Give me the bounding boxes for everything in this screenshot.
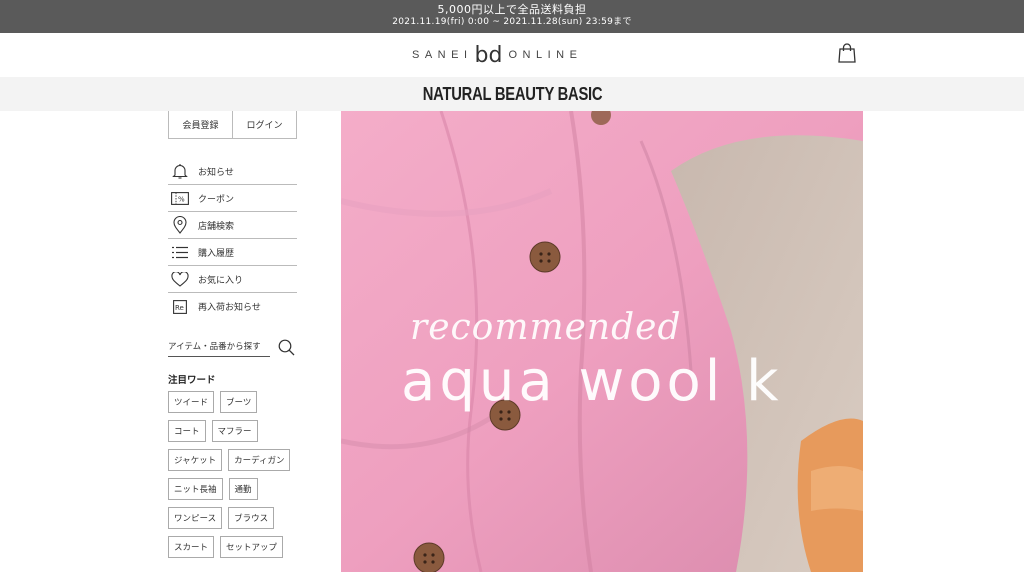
sidebar-item-label: 購入履歴 <box>198 248 235 259</box>
svg-text:%: % <box>178 195 185 203</box>
login-button[interactable]: ログイン <box>232 111 296 138</box>
hot-word-tag[interactable]: ブーツ <box>220 391 258 413</box>
sidebar-item-store-search[interactable]: 店舗検索 <box>168 212 297 239</box>
hero-banner[interactable]: recommended aqua wool k <box>341 111 863 572</box>
sidebar-item-purchase-history[interactable]: 購入履歴 <box>168 239 297 266</box>
sidebar-item-label: お知らせ <box>198 167 234 178</box>
hot-word-tag[interactable]: セットアップ <box>220 536 284 558</box>
item-search <box>168 337 298 357</box>
hero-script-text: recommended <box>410 307 682 348</box>
list-icon <box>170 243 190 261</box>
hot-word-tag[interactable]: カーディガン <box>228 449 291 471</box>
brand-bar: NATURAL BEAUTY BASIC <box>0 77 1024 111</box>
hero-title: aqua wool k <box>401 349 783 414</box>
restock-icon: Re <box>170 298 190 316</box>
hot-word-tag[interactable]: ブラウス <box>228 507 275 529</box>
promo-banner: 5,000円以上で全品送料負担 2021.11.19(fri) 0:00 ~ 2… <box>0 0 1024 33</box>
coupon-icon: % <box>170 189 190 207</box>
hot-word-tag[interactable]: 通勤 <box>228 478 258 500</box>
logo-text-left: SANEI <box>412 49 473 61</box>
hot-words-list: ツイード ブーツ コート マフラー ジャケット カーディガン ニット長袖 通勤 … <box>168 391 298 565</box>
sidebar-item-label: お気に入り <box>198 275 244 286</box>
location-pin-icon <box>170 216 190 234</box>
logo-text-right: ONLINE <box>508 49 583 61</box>
logo-text-mid: bd <box>474 42 503 68</box>
svg-text:Re: Re <box>175 304 184 312</box>
auth-buttons: 会員登録 ログイン <box>168 111 297 139</box>
sidebar-item-favorites[interactable]: お気に入り <box>168 266 297 293</box>
site-logo[interactable]: SANEI bd ONLINE <box>412 42 583 68</box>
sidebar-item-restock[interactable]: Re 再入荷お知らせ <box>168 293 297 320</box>
sidebar: 会員登録 ログイン お知らせ % クーポン 店舗検索 購入履歴 お気に入り Re… <box>168 111 298 572</box>
sidebar-item-coupon[interactable]: % クーポン <box>168 185 297 212</box>
sidebar-menu: お知らせ % クーポン 店舗検索 購入履歴 お気に入り Re 再入荷お知らせ <box>168 158 297 320</box>
hot-word-tag[interactable]: スカート <box>168 536 215 558</box>
hot-word-tag[interactable]: ワンピース <box>168 507 223 529</box>
bell-icon <box>170 162 190 180</box>
sidebar-item-news[interactable]: お知らせ <box>168 158 297 185</box>
promo-period: 2021.11.19(fri) 0:00 ~ 2021.11.28(sun) 2… <box>392 17 632 27</box>
hot-word-tag[interactable]: マフラー <box>211 420 258 442</box>
hot-word-tag[interactable]: ニット長袖 <box>168 478 223 500</box>
search-icon[interactable] <box>276 337 296 357</box>
sidebar-item-label: 店舗検索 <box>198 221 235 232</box>
promo-headline: 5,000円以上で全品送料負担 <box>437 3 587 16</box>
site-header: SANEI bd ONLINE <box>0 33 1024 77</box>
heart-icon <box>170 270 190 288</box>
hot-words-title: 注目ワード <box>168 375 216 386</box>
hot-word-tag[interactable]: ジャケット <box>168 449 223 471</box>
shopping-bag-icon[interactable] <box>836 42 858 64</box>
brand-logo[interactable]: NATURAL BEAUTY BASIC <box>93 84 933 105</box>
search-input[interactable] <box>168 337 270 357</box>
hot-word-tag[interactable]: ツイード <box>168 391 215 413</box>
register-button[interactable]: 会員登録 <box>169 111 232 138</box>
sidebar-item-label: クーポン <box>198 194 235 205</box>
sidebar-item-label: 再入荷お知らせ <box>198 303 261 313</box>
hot-word-tag[interactable]: コート <box>168 420 206 442</box>
